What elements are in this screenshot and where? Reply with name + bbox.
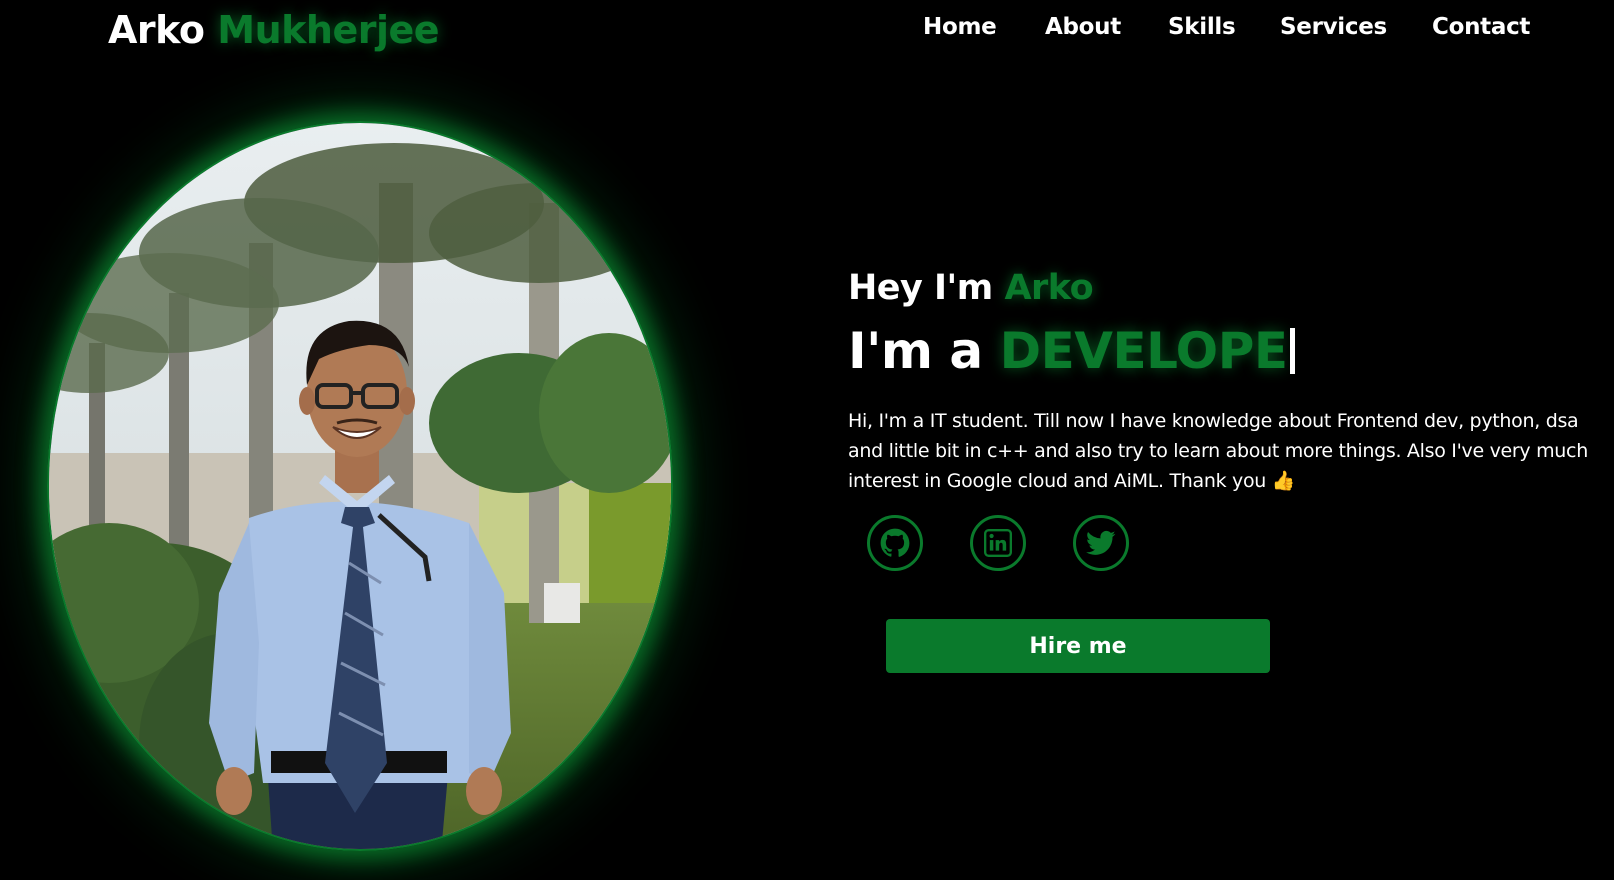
twitter-icon <box>1086 530 1116 555</box>
github-link[interactable] <box>867 515 923 571</box>
social-links <box>867 515 1167 575</box>
greeting-text: Hey I'm <box>848 268 993 308</box>
github-icon <box>880 528 910 557</box>
nav-link-about[interactable]: About <box>1045 14 1121 40</box>
twitter-link[interactable] <box>1073 515 1129 571</box>
linkedin-link[interactable] <box>970 515 1026 571</box>
profile-photo-illustration <box>49 123 671 849</box>
hire-me-button[interactable]: Hire me <box>886 619 1270 673</box>
profile-photo <box>47 121 673 851</box>
hero-greeting: Hey I'm Arko <box>848 268 1094 308</box>
role-prefix: I'm a <box>848 322 983 380</box>
main-nav: Home About Skills Services Contact <box>0 14 1614 48</box>
typing-caret <box>1289 328 1295 374</box>
nav-link-services[interactable]: Services <box>1280 14 1387 40</box>
hero-role: I'm a DEVELOPE <box>848 322 1295 380</box>
nav-link-home[interactable]: Home <box>923 14 997 40</box>
greeting-name: Arko <box>1004 268 1094 308</box>
nav-link-contact[interactable]: Contact <box>1432 14 1530 40</box>
linkedin-icon <box>984 529 1012 557</box>
hero-intro: Hi, I'm a IT student. Till now I have kn… <box>848 410 1588 492</box>
role-typed-text: DEVELOPE <box>999 322 1288 380</box>
nav-link-skills[interactable]: Skills <box>1168 14 1236 40</box>
